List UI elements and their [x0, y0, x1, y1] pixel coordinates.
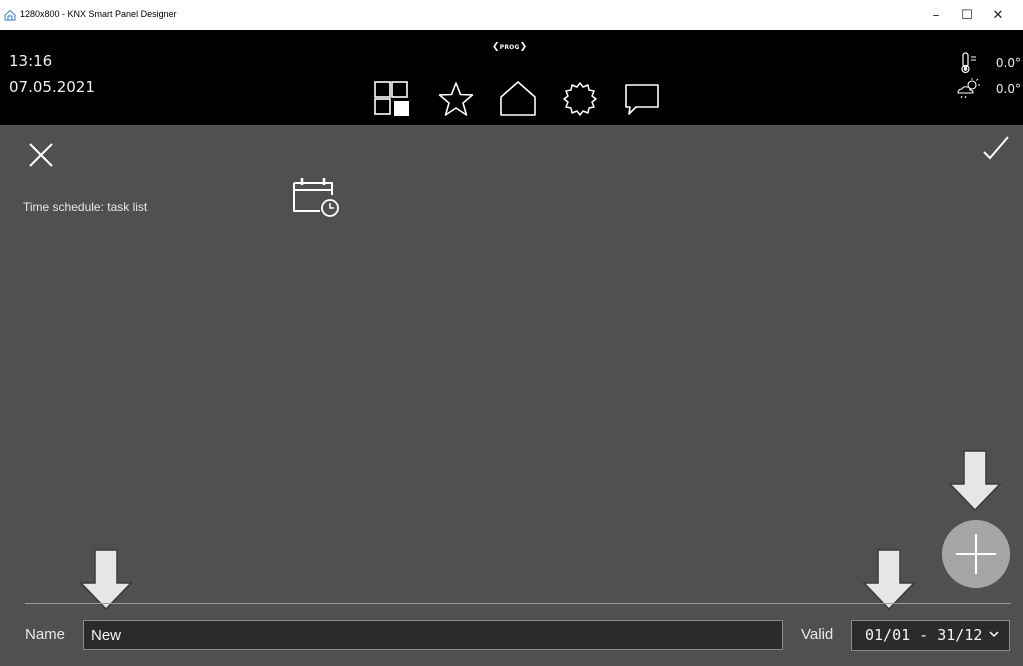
thermometer-icon — [961, 52, 976, 74]
settings-gear-icon[interactable] — [560, 79, 600, 119]
section-label: Time schedule: task list — [23, 200, 148, 214]
hint-arrow-name-icon — [79, 549, 133, 611]
prog-badge-label: PROG — [499, 44, 520, 51]
valid-label: Valid — [801, 626, 834, 643]
maximize-button[interactable]: ☐ — [951, 4, 983, 26]
confirm-check-icon[interactable] — [982, 134, 1010, 162]
app-house-icon — [4, 9, 16, 21]
close-icon[interactable] — [28, 142, 54, 168]
weather-value: 0.0° — [995, 82, 1021, 96]
favorites-star-icon[interactable] — [436, 79, 476, 119]
plus-icon — [956, 534, 996, 574]
hint-arrow-add-icon — [948, 450, 1002, 512]
add-task-button[interactable] — [942, 520, 1010, 588]
close-window-button[interactable]: ✕ — [982, 4, 1014, 26]
name-input[interactable] — [83, 620, 783, 650]
clock-time: 13:16 — [9, 52, 53, 70]
valid-range-select[interactable]: 01/01 - 31/12 — [851, 620, 1010, 651]
hint-arrow-valid-icon — [862, 549, 916, 611]
messages-icon[interactable] — [622, 79, 662, 119]
minimize-button[interactable]: – — [920, 4, 952, 26]
rooms-grid-icon[interactable] — [372, 79, 412, 119]
chevron-down-icon — [989, 631, 999, 638]
panel-header: 13:16 07.05.2021 ❮PROG❯ 0.0° 0.0° — [0, 30, 1023, 125]
name-label: Name — [25, 626, 66, 643]
window-titlebar: 1280x800 - KNX Smart Panel Designer – ☐ … — [0, 0, 1023, 30]
window-title: 1280x800 - KNX Smart Panel Designer — [20, 9, 177, 19]
weather-cloud-sun-icon — [957, 78, 980, 99]
form-divider — [25, 603, 1011, 604]
home-icon[interactable] — [498, 79, 538, 119]
temperature-value: 0.0° — [995, 56, 1021, 70]
valid-range-value: 01/01 - 31/12 — [865, 626, 983, 644]
prog-badge[interactable]: ❮PROG❯ — [492, 42, 527, 52]
clock-date: 07.05.2021 — [9, 78, 95, 96]
calendar-clock-icon — [293, 178, 339, 217]
